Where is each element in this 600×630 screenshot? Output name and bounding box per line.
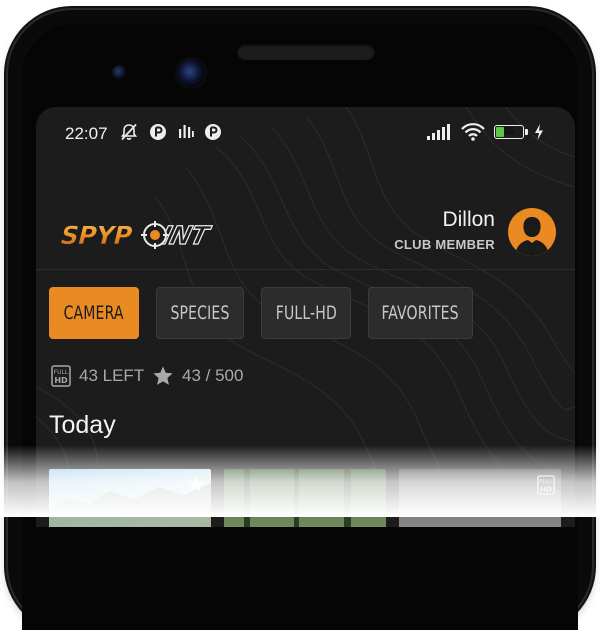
user-silhouette-icon bbox=[515, 217, 549, 256]
svg-text:HD: HD bbox=[540, 484, 552, 493]
hd-left-count: 43 LEFT bbox=[79, 366, 145, 385]
notification-icon bbox=[150, 124, 166, 140]
tab-species[interactable]: SPECIES bbox=[156, 287, 244, 339]
signal-bars-icon bbox=[179, 125, 194, 138]
battery-icon: 26 bbox=[494, 125, 524, 139]
photo-thumbnail[interactable]: FULL HD bbox=[399, 469, 561, 527]
svg-text:SPYP: SPYP bbox=[60, 220, 135, 250]
tab-full-hd[interactable]: FULL-HD bbox=[261, 287, 351, 339]
tab-camera[interactable]: CAMERA bbox=[49, 287, 139, 339]
status-bar: 22:07 26 bbox=[36, 107, 575, 155]
photo-thumbnail[interactable] bbox=[49, 469, 211, 527]
front-camera bbox=[177, 59, 205, 87]
charging-icon bbox=[535, 124, 543, 140]
full-hd-badge-icon: FULL HD bbox=[537, 475, 555, 495]
wifi-icon bbox=[461, 123, 485, 141]
front-sensor bbox=[112, 65, 126, 79]
photo-thumbnail[interactable] bbox=[224, 469, 386, 527]
thumbnail-image bbox=[244, 469, 351, 527]
earpiece-speaker bbox=[237, 44, 375, 60]
signal-icon bbox=[427, 124, 450, 140]
tab-favorites[interactable]: FAVORITES bbox=[368, 287, 473, 339]
mute-icon bbox=[120, 123, 138, 141]
user-role: CLUB MEMBER bbox=[394, 237, 495, 252]
section-title-today: Today bbox=[49, 411, 116, 439]
svg-text:HD: HD bbox=[54, 376, 68, 385]
star-icon bbox=[153, 366, 173, 385]
status-time: 22:07 bbox=[65, 124, 108, 143]
tab-full-hd-label: FULL-HD bbox=[275, 302, 337, 324]
favorites-count: 43 / 500 bbox=[182, 366, 244, 385]
svg-text:FULL: FULL bbox=[54, 369, 69, 376]
user-name[interactable]: Dillon bbox=[442, 208, 495, 232]
tab-camera-label: CAMERA bbox=[63, 302, 125, 324]
tab-species-label: SPECIES bbox=[170, 302, 230, 324]
spypoint-logo[interactable]: SPYP INT bbox=[60, 215, 256, 255]
header-divider bbox=[36, 269, 575, 270]
battery-tip bbox=[525, 129, 528, 135]
notification-icon bbox=[205, 124, 221, 140]
full-hd-icon: FULL HD bbox=[51, 365, 71, 387]
battery-level: 26 bbox=[503, 126, 515, 137]
tab-favorites-label: FAVORITES bbox=[381, 302, 460, 324]
app-screen: 22:07 26 SPYP INT Dillon CLUB MEMBER CAM… bbox=[36, 107, 575, 527]
user-avatar[interactable] bbox=[508, 208, 556, 256]
favorite-star-icon[interactable] bbox=[187, 475, 205, 493]
